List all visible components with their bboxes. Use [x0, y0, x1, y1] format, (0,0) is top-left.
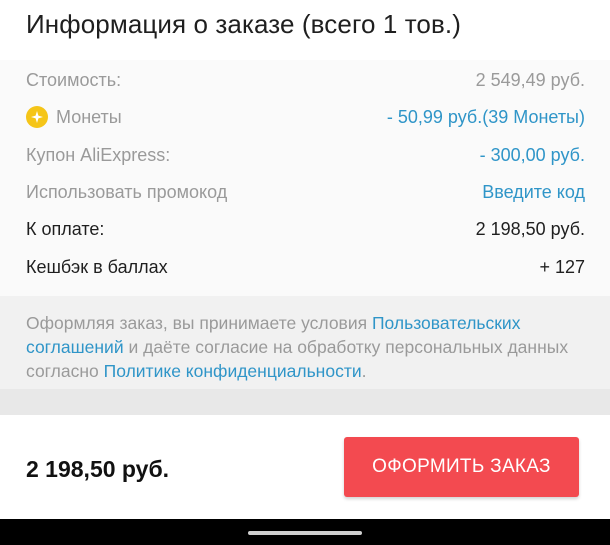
coupon-value[interactable]: - 300,00 руб. [480, 145, 585, 166]
section-divider [0, 389, 610, 415]
gesture-handle[interactable] [248, 531, 362, 535]
checkout-button[interactable]: ОФОРМИТЬ ЗАКАЗ [344, 437, 579, 497]
coins-label-group: Монеты [26, 106, 122, 128]
footer-total: 2 198,50 руб. [26, 456, 170, 482]
summary-row-promo[interactable]: Использовать промокод Введите код [0, 174, 610, 210]
to-pay-label: К оплате: [26, 218, 105, 239]
order-summary: Стоимость: 2 549,49 руб. Монеты - 50,99 … [0, 60, 610, 296]
system-nav-bar [0, 519, 610, 545]
summary-row-to-pay: К оплате: 2 198,50 руб. [0, 211, 610, 247]
coins-value[interactable]: - 50,99 руб.(39 Монеты) [387, 107, 585, 128]
summary-row-coupon[interactable]: Купон AliExpress: - 300,00 руб. [0, 137, 610, 173]
cashback-value: + 127 [539, 256, 585, 277]
coupon-label: Купон AliExpress: [26, 144, 171, 165]
promo-label: Использовать промокод [26, 181, 228, 202]
privacy-policy-link[interactable]: Политике конфиденциальности [104, 361, 362, 381]
summary-row-cost: Стоимость: 2 549,49 руб. [0, 62, 610, 98]
cost-label: Стоимость: [26, 69, 122, 90]
cost-value: 2 549,49 руб. [475, 69, 585, 90]
page-title: Информация о заказе (всего 1 тов.) [26, 9, 461, 39]
order-info-header: Информация о заказе (всего 1 тов.) [0, 0, 610, 56]
summary-row-coins[interactable]: Монеты - 50,99 руб.(39 Монеты) [0, 99, 610, 135]
coin-icon [26, 106, 48, 128]
terms-notice: Оформляя заказ, вы принимаете условия По… [0, 296, 610, 389]
terms-text-3: . [361, 361, 367, 381]
terms-text-1: Оформляя заказ, вы принимаете условия [26, 313, 372, 333]
coins-label: Монеты [56, 106, 122, 127]
cashback-label: Кешбэк в баллах [26, 256, 168, 277]
checkout-footer: 2 198,50 руб. ОФОРМИТЬ ЗАКАЗ [0, 415, 610, 519]
enter-code-link[interactable]: Введите код [482, 182, 585, 203]
summary-row-cashback: Кешбэк в баллах + 127 [0, 249, 610, 285]
to-pay-value: 2 198,50 руб. [475, 218, 585, 239]
